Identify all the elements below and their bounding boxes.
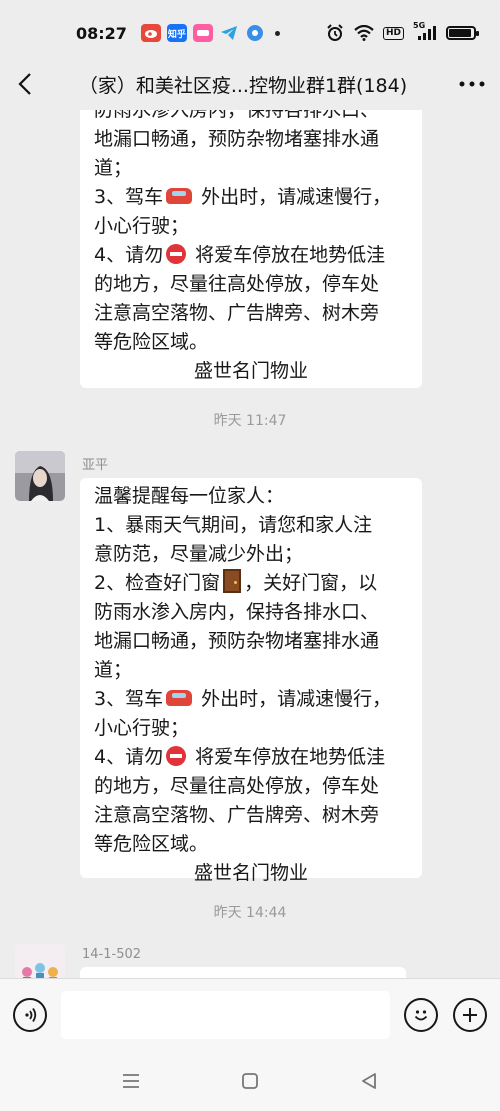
text-segment: 2、检查好门窗 — [94, 572, 221, 594]
message-line: 道； — [94, 659, 133, 681]
back-chevron-icon — [18, 73, 31, 95]
message-line: 意防范，尽量减少外出； — [94, 543, 304, 565]
message-bubble[interactable]: 防雨水渗入房内，保持各排水口、 地漏口畅通，预防杂物堵塞排水通 道； 3、驾车 … — [80, 110, 422, 388]
back-button[interactable] — [0, 58, 50, 110]
input-bar — [0, 978, 500, 1050]
status-app-icons: 知乎 — [140, 24, 265, 42]
message-line-car: 3、驾车 外出时，请减速慢行， — [94, 183, 408, 212]
text-segment: 外出时，请减速慢行， — [195, 186, 392, 208]
chat-area[interactable]: 防雨水渗入房内，保持各排水口、 地漏口畅通，预防杂物堵塞排水通 道； 3、驾车 … — [0, 110, 500, 978]
network-label: 5G — [413, 21, 426, 30]
emoji-button[interactable] — [404, 998, 438, 1032]
message-bubble[interactable] — [80, 967, 406, 978]
zhihu-app-icon: 知乎 — [166, 24, 187, 42]
browser-app-icon — [245, 24, 265, 42]
message-input[interactable] — [61, 991, 390, 1039]
text-segment: ，关好门窗，以 — [244, 572, 378, 594]
message-line-no-entry: 4、请勿 将爱车停放在地势低洼 — [94, 743, 408, 772]
message-line: 防雨水渗入房内，保持各排水口、 — [94, 601, 380, 623]
message-line: 温馨提醒每一位家人： — [94, 485, 285, 507]
message-bubble[interactable]: 温馨提醒每一位家人： 1、暴雨天气期间，请您和家人注 意防范，尽量减少外出； 2… — [80, 478, 422, 884]
message-line-car: 3、驾车 外出时，请减速慢行， — [94, 685, 408, 714]
timestamp-divider: 昨天 14:44 — [213, 905, 287, 921]
voice-input-button[interactable] — [13, 998, 47, 1032]
system-nav-bar — [0, 1050, 500, 1111]
message-line: 等危险区域。 — [94, 833, 209, 855]
message-line-no-entry: 4、请勿 将爱车停放在地势低洼 — [94, 241, 408, 270]
nav-menu-button[interactable] — [116, 1068, 146, 1094]
avatar[interactable] — [15, 451, 65, 501]
message-signature: 盛世名门物业 — [193, 862, 308, 884]
message-line: 道； — [94, 157, 133, 179]
signal-icon: 5G — [413, 21, 437, 42]
more-options-button[interactable] — [444, 58, 500, 110]
wifi-icon — [354, 24, 374, 42]
hd-badge: HD — [382, 26, 404, 40]
message-line: 等危险区域。 — [94, 331, 209, 353]
message-signature: 盛世名门物业 — [193, 360, 308, 382]
timestamp-divider: 昨天 11:47 — [213, 413, 287, 429]
no-entry-emoji-icon — [166, 244, 187, 264]
message-line: 地漏口畅通，预防杂物堵塞排水通 — [94, 630, 380, 652]
home-square-icon — [242, 1073, 258, 1089]
notification-dot-icon — [274, 30, 280, 36]
car-emoji-icon — [166, 188, 193, 204]
no-entry-emoji-icon — [166, 746, 187, 766]
sender-name: 14-1-502 — [82, 947, 142, 962]
menu-icon — [123, 1074, 139, 1088]
car-emoji-icon — [166, 690, 193, 706]
voice-icon — [25, 1007, 37, 1023]
text-segment: 将爱车停放在地势低洼 — [189, 244, 386, 266]
door-emoji-icon — [223, 569, 242, 593]
chat-title: （家）和美社区疫...控物业群1群(184) — [78, 74, 408, 97]
text-segment: 4、请勿 — [94, 244, 164, 266]
message-line: 地漏口畅通，预防杂物堵塞排水通 — [94, 128, 380, 150]
more-functions-button[interactable] — [453, 998, 487, 1032]
text-segment: 将爱车停放在地势低洼 — [189, 746, 386, 768]
message-line: 1、暴雨天气期间，请您和家人注 — [94, 514, 373, 536]
text-segment: 3、驾车 — [94, 688, 164, 710]
text-segment: 外出时，请减速慢行， — [195, 688, 392, 710]
smiley-icon — [414, 1010, 428, 1021]
message-line-door: 2、检查好门窗 ，关好门窗，以 — [94, 569, 408, 598]
sender-name: 亚平 — [82, 458, 109, 473]
message-line: 小心行驶； — [94, 215, 190, 237]
message-line: 注意高空落物、广告牌旁、树木旁 — [94, 804, 380, 826]
meiyou-app-icon — [192, 24, 213, 42]
battery-icon — [446, 26, 479, 40]
message-line: 防雨水渗入房内，保持各排水口、 — [94, 110, 380, 121]
status-bar: 08:27 知乎 HD 5G — [0, 0, 500, 66]
plus-icon — [463, 1008, 477, 1022]
status-time: 08:27 — [76, 23, 127, 43]
more-dots-icon — [459, 81, 485, 87]
text-segment: 4、请勿 — [94, 746, 164, 768]
battery-level — [449, 29, 471, 37]
nav-home-button[interactable] — [235, 1068, 265, 1094]
message-line: 的地方，尽量往高处停放，停车处 — [94, 273, 380, 295]
status-right: HD 5G — [325, 21, 479, 42]
chat-header: （家）和美社区疫...控物业群1群(184) — [0, 58, 500, 110]
alarm-icon — [325, 24, 345, 42]
message-line: 的地方，尽量往高处停放，停车处 — [94, 775, 380, 797]
message-line: 小心行驶； — [94, 717, 190, 739]
text-segment: 3、驾车 — [94, 186, 164, 208]
telegram-app-icon — [219, 24, 239, 42]
avatar[interactable] — [15, 944, 65, 978]
back-triangle-icon — [362, 1073, 376, 1089]
message-line: 注意高空落物、广告牌旁、树木旁 — [94, 302, 380, 324]
nav-back-button[interactable] — [354, 1068, 384, 1094]
weibo-app-icon — [140, 24, 161, 42]
